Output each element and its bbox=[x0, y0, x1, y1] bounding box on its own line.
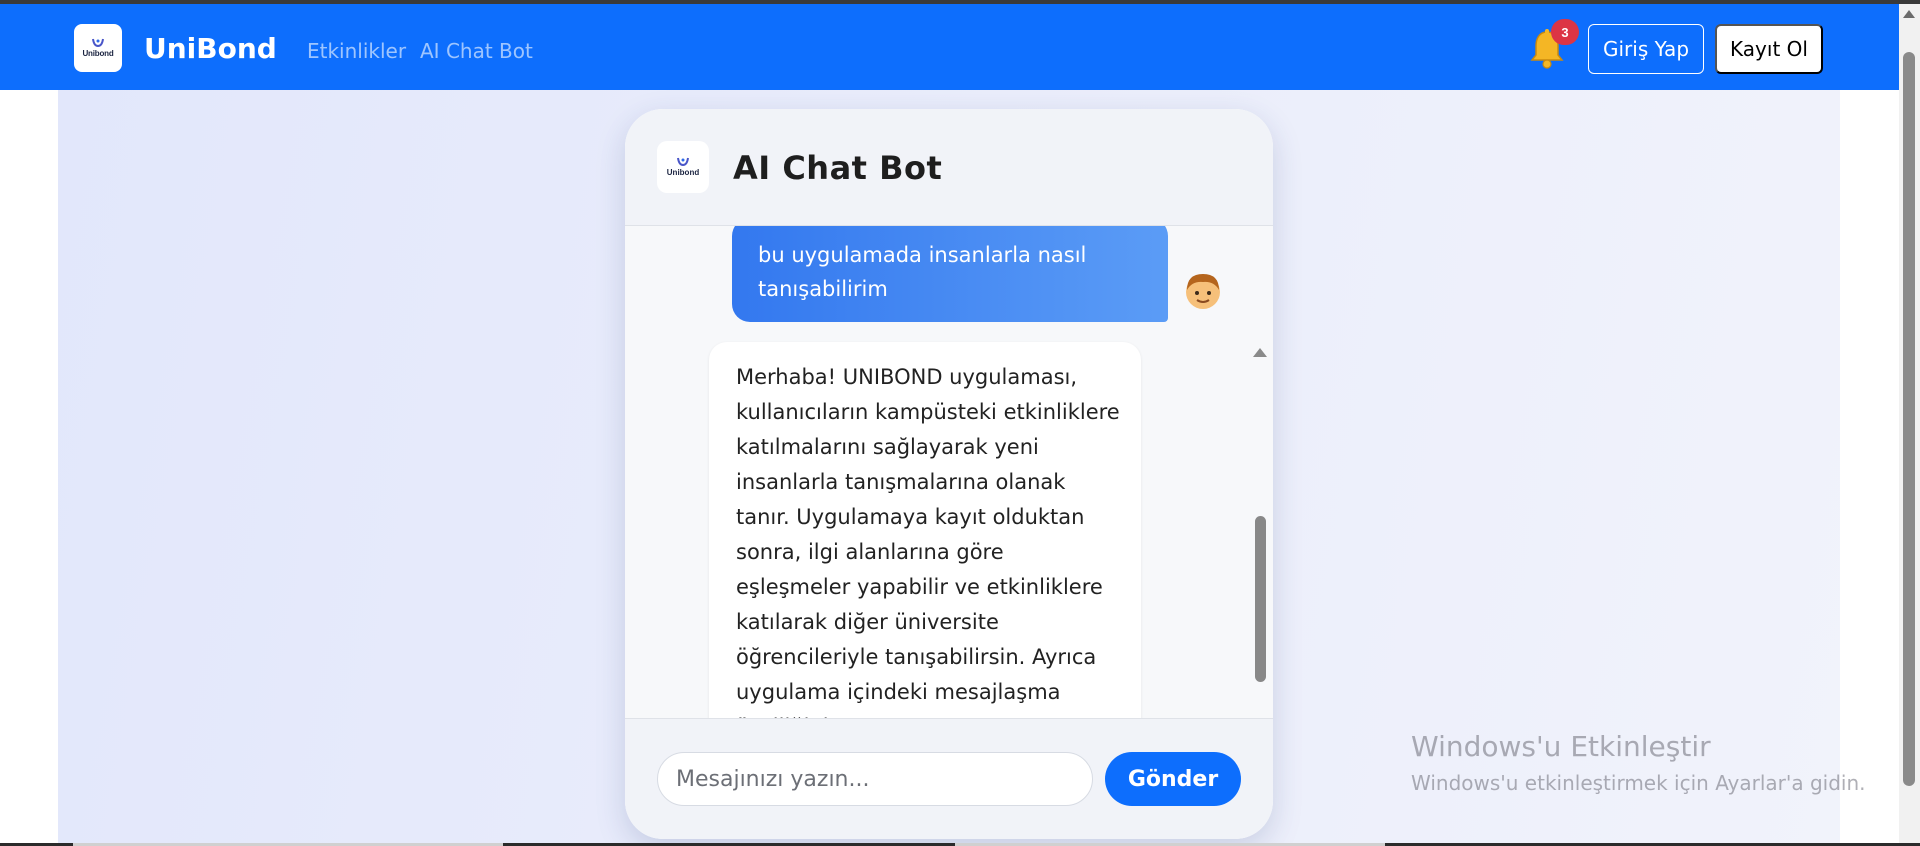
page-scrollbar-thumb[interactable] bbox=[1903, 52, 1915, 786]
chat-card: Unibond AI Chat Bot bu uygulamada insanl… bbox=[625, 109, 1273, 839]
unibond-logo-icon bbox=[677, 157, 689, 167]
bot-message: Merhaba! UNIBOND uygulaması, kullanıcıla… bbox=[709, 342, 1141, 718]
chat-header: Unibond AI Chat Bot bbox=[625, 109, 1273, 226]
nav-link-ai-chat-bot[interactable]: AI Chat Bot bbox=[420, 39, 533, 63]
boy-face-icon bbox=[1186, 274, 1220, 309]
message-input[interactable] bbox=[657, 752, 1093, 806]
windows-activation-title: Windows'u Etkinleştir bbox=[1411, 730, 1711, 763]
chat-scroll-up-arrow-icon[interactable] bbox=[1253, 348, 1267, 357]
chat-scrollbar-thumb[interactable] bbox=[1255, 516, 1266, 682]
chat-footer: Gönder bbox=[625, 718, 1273, 839]
brand-logo-text: Unibond bbox=[82, 49, 114, 58]
nav-link-etkinlikler[interactable]: Etkinlikler bbox=[307, 39, 406, 63]
send-button[interactable]: Gönder bbox=[1105, 752, 1241, 806]
chat-title: AI Chat Bot bbox=[733, 149, 943, 187]
notification-badge: 3 bbox=[1551, 19, 1579, 45]
register-button[interactable]: Kayıt Ol bbox=[1715, 24, 1823, 74]
brand-name[interactable]: UniBond bbox=[144, 32, 277, 65]
page-scroll-up-arrow-icon[interactable] bbox=[1903, 10, 1915, 18]
brand-logo[interactable]: Unibond bbox=[74, 24, 122, 72]
login-button[interactable]: Giriş Yap bbox=[1588, 24, 1704, 74]
navbar: Unibond UniBond Etkinlikler AI Chat Bot … bbox=[0, 4, 1899, 90]
unibond-logo-icon bbox=[92, 38, 104, 48]
chat-logo-text: Unibond bbox=[666, 168, 700, 177]
chat-messages[interactable]: bu uygulamada insanlarla nasıl tanışabil… bbox=[625, 226, 1273, 718]
windows-activation-subtitle: Windows'u etkinleştirmek için Ayarlar'a … bbox=[1411, 771, 1866, 795]
user-message: bu uygulamada insanlarla nasıl tanışabil… bbox=[732, 226, 1168, 322]
chat-logo: Unibond bbox=[657, 141, 709, 193]
